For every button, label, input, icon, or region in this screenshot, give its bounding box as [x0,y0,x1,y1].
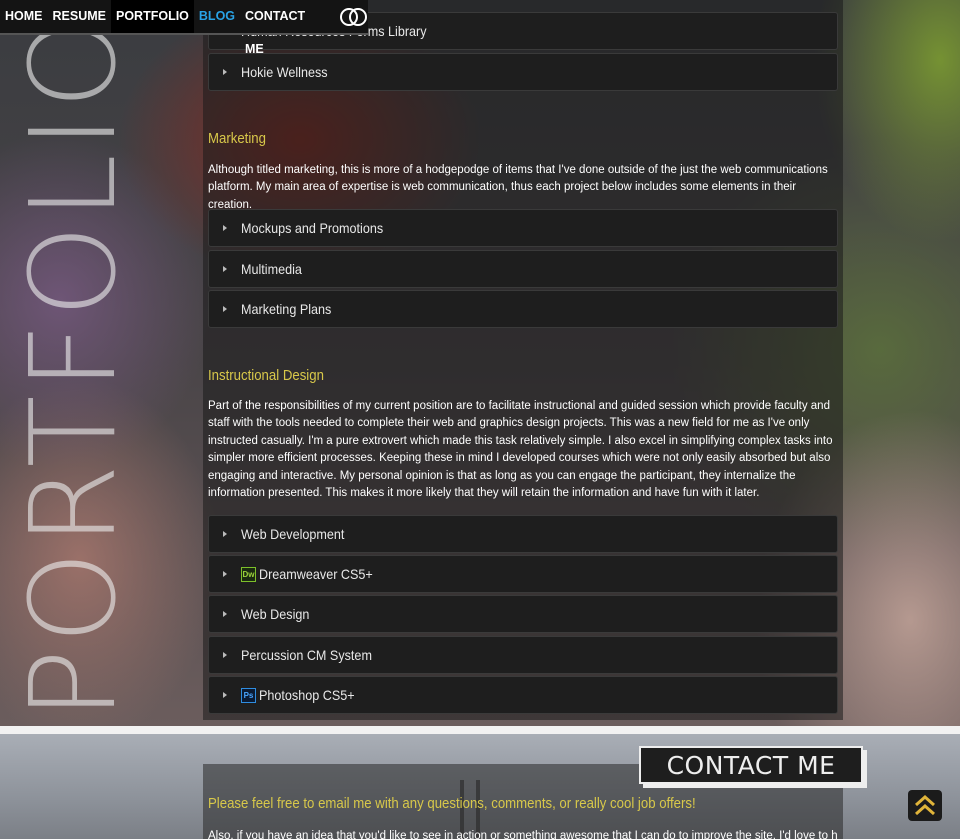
caret-right-icon [223,266,227,272]
caret-right-icon [223,69,227,75]
accordion-label: Web Development [241,526,345,542]
marketing-title: Marketing [208,130,266,147]
section-divider [0,726,960,734]
accordion-hokie-wellness[interactable]: Hokie Wellness [208,53,838,91]
accordion-web-design[interactable]: Web Design [208,595,838,633]
nav-resume[interactable]: RESUME [48,0,111,33]
instructional-description: Part of the responsibilities of my curre… [208,400,833,500]
dreamweaver-icon: Dw [241,566,256,582]
accordion-mockups[interactable]: Mockups and Promotions [208,209,838,247]
instructional-title: Instructional Design [208,367,324,384]
accordion-label: Web Design [241,606,310,622]
contact-badge: CONTACT ME [639,746,863,784]
accordion-label: Photoshop CS5+ [259,687,355,703]
accordion-label: Dreamweaver CS5+ [259,566,373,582]
caret-right-icon [223,652,227,658]
nav-blog[interactable]: BLOG [194,0,240,33]
accordion-multimedia[interactable]: Multimedia [208,250,838,288]
double-chevron-up-icon [915,794,935,816]
accordion-percussion[interactable]: Percussion CM System [208,636,838,674]
nav-home[interactable]: HOME [0,0,48,33]
photoshop-icon: Ps [241,687,256,703]
accordion-dreamweaver[interactable]: Dw Dreamweaver CS5+ [208,555,838,593]
caret-right-icon [223,531,227,537]
accordion-marketing-plans[interactable]: Marketing Plans [208,290,838,328]
double-ring-logo-icon[interactable] [340,7,368,27]
accordion-label: Hokie Wellness [241,64,328,80]
accordion-label: Mockups and Promotions [241,220,384,236]
scroll-top-button[interactable] [908,790,942,821]
contact-heading: Please feel free to email me with any qu… [208,795,696,812]
accordion-label: Percussion CM System [241,647,372,663]
nav-portfolio[interactable]: PORTFOLIO [110,0,194,33]
top-nav: HOME RESUME PORTFOLIO BLOG CONTACT ME [0,0,368,56]
caret-right-icon [223,225,227,231]
accordion-photoshop[interactable]: Ps Photoshop CS5+ [208,676,838,714]
accordion-web-development[interactable]: Web Development [208,515,838,553]
contact-text: Also, if you have an idea that you'd lik… [208,830,838,839]
caret-right-icon [223,692,227,698]
marketing-description: Although titled marketing, this is more … [208,164,828,211]
side-title: PORTFOLIO [4,11,142,720]
accordion-label: Marketing Plans [241,301,332,317]
caret-right-icon [223,611,227,617]
caret-right-icon [223,306,227,312]
nav-contact[interactable]: CONTACT ME [240,0,332,56]
caret-right-icon [223,571,227,577]
accordion-label: Multimedia [241,261,302,277]
